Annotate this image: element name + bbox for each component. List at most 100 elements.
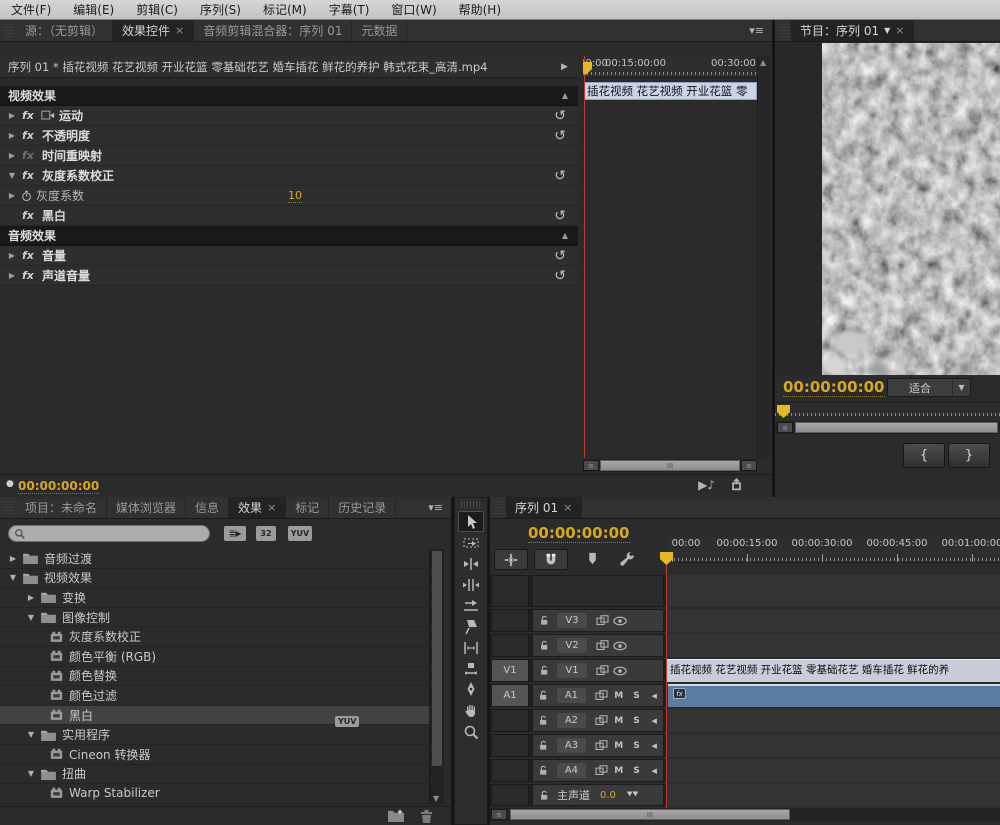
fx-badge-icon[interactable]: fx [22, 169, 38, 182]
fx-badge-icon[interactable]: fx [22, 109, 38, 122]
tab-item[interactable]: 标记 [286, 497, 330, 518]
chevron-down-icon[interactable]: ▼ [884, 26, 890, 35]
program-video-area[interactable] [775, 43, 1000, 375]
lock-icon[interactable] [535, 614, 553, 627]
twirl-icon[interactable]: ▶ [6, 271, 18, 280]
tree-folder-row[interactable]: ▼ 视频效果 [0, 569, 429, 589]
source-patch[interactable] [491, 634, 529, 657]
tree-effect-row[interactable]: 颜色替换 [0, 667, 429, 687]
program-scrollbar[interactable]: ≡ [775, 421, 1000, 434]
tab-item[interactable]: 媒体浏览器 [107, 497, 187, 518]
prev-keyframe-icon[interactable]: ◀ [645, 692, 663, 700]
tab-item[interactable]: 元数据 [352, 20, 408, 41]
menu-item[interactable]: 标记(M) [252, 0, 318, 20]
sync-lock-icon[interactable] [593, 665, 611, 676]
play-audio-icon[interactable]: ▶♪ [698, 478, 715, 492]
fx-badge-icon[interactable]: fx [22, 269, 38, 282]
fx-badge-icon[interactable]: fx [22, 249, 38, 262]
export-frame-icon[interactable] [729, 478, 744, 492]
tab-item[interactable]: 项目：未命名 [16, 497, 108, 518]
source-patch[interactable] [491, 709, 529, 732]
chevron-down-icon[interactable]: ▼ [952, 379, 970, 396]
tab-item[interactable]: 历史记录 [329, 497, 397, 518]
lock-icon[interactable] [535, 664, 553, 677]
scroll-down-icon[interactable]: ▼ [433, 794, 439, 803]
audio-clip[interactable]: fx [668, 684, 1000, 707]
track-name-chip[interactable]: V1 [557, 663, 587, 678]
param-value[interactable]: 10 [288, 189, 302, 203]
source-patch[interactable] [491, 759, 529, 782]
source-patch[interactable] [491, 784, 529, 806]
track-name-chip[interactable]: A2 [556, 713, 587, 728]
panel-grip[interactable] [4, 501, 14, 514]
tree-effect-row[interactable]: Warp Stabilizer [0, 784, 429, 804]
scrollbar-handle[interactable]: III [600, 460, 740, 471]
source-patch[interactable]: A1 [491, 684, 529, 707]
tree-effect-row[interactable]: 灰度系数校正 [0, 627, 429, 647]
razor-tool[interactable] [458, 616, 484, 637]
solo-toggle[interactable]: S [628, 741, 646, 751]
search-input[interactable] [8, 525, 210, 542]
tab-item[interactable]: 音频剪辑混合器：序列 01 [194, 20, 353, 41]
twirl-icon[interactable]: ▶ [6, 131, 18, 140]
tree-folder-row[interactable]: ▶ 音频过渡 [0, 549, 429, 569]
track-name-chip[interactable]: A4 [556, 763, 587, 778]
tab-item[interactable]: 源：（无剪辑） [16, 20, 114, 41]
lock-icon[interactable] [535, 689, 553, 702]
lock-icon[interactable] [535, 739, 553, 752]
eye-icon[interactable] [611, 666, 629, 676]
effect-group-header[interactable]: 视频效果 ▲ [0, 86, 578, 106]
master-volume-value[interactable]: 0.0 [600, 790, 616, 801]
ecp-mini-ruler[interactable]: 00:0000:15:00:0000:30:00 [583, 56, 757, 78]
effect-row[interactable]: ▼ fx 灰度系数校正 ↺ [0, 166, 578, 186]
sync-lock-icon[interactable] [592, 690, 610, 701]
clip-title-expand-icon[interactable]: ▶ [561, 56, 577, 78]
twirl-icon[interactable]: ▶ [8, 554, 18, 563]
track-content[interactable] [666, 759, 1000, 782]
lock-icon[interactable] [535, 789, 553, 802]
panel-menu-icon[interactable]: ▾≡ [420, 497, 451, 518]
slip-tool[interactable] [458, 637, 484, 658]
effect-row[interactable]: ▶ fx 运动 ↺ [0, 106, 578, 126]
scrollbar-grip[interactable]: ≡ [777, 422, 793, 433]
accelerated-effects-badge[interactable]: ≣▶ [224, 526, 246, 541]
twirl-icon[interactable]: ▶ [26, 593, 36, 602]
solo-toggle[interactable]: S [628, 691, 646, 701]
track-content[interactable]: fx [666, 684, 1000, 707]
lock-icon[interactable] [535, 764, 553, 777]
tree-effect-row[interactable]: Cineon 转换器 [0, 745, 429, 765]
prev-keyframe-icon[interactable]: ◀ [645, 742, 663, 750]
timeline-timecode[interactable]: 00:00:00:00 [528, 524, 630, 543]
menu-item[interactable]: 剪辑(C) [125, 0, 189, 20]
track-name-chip[interactable]: V2 [557, 638, 587, 653]
reset-icon[interactable]: ↺ [554, 126, 566, 146]
sync-lock-icon[interactable] [593, 615, 611, 626]
reset-icon[interactable]: ↺ [554, 206, 566, 226]
menu-item[interactable]: 编辑(E) [62, 0, 125, 20]
marker-icon[interactable] [586, 551, 599, 566]
video-clip[interactable]: 插花视频 花艺视频 开业花篮 零基础花艺 婚车插花 鲜花的养 [666, 659, 1000, 682]
close-icon[interactable]: × [267, 501, 276, 514]
fx-badge-icon[interactable]: fx [22, 149, 38, 162]
track-content[interactable] [666, 784, 1000, 806]
twirl-icon[interactable]: ▼ [6, 171, 18, 180]
collapse-icon[interactable]: ▲ [562, 231, 568, 240]
track-content[interactable] [666, 575, 1000, 607]
reset-icon[interactable]: ↺ [554, 266, 566, 286]
program-mini-ruler[interactable] [775, 402, 1000, 420]
twirl-icon[interactable]: ▶ [6, 251, 18, 260]
mute-toggle[interactable]: M [610, 741, 628, 751]
twirl-icon[interactable]: ▶ [6, 191, 18, 200]
effect-group-header[interactable]: 音频效果 ▲ [0, 226, 578, 246]
close-icon[interactable]: × [175, 24, 184, 37]
stopwatch-icon[interactable] [21, 190, 32, 202]
wrench-icon[interactable] [620, 551, 635, 566]
mute-toggle[interactable]: M [610, 766, 628, 776]
scrollbar-grip[interactable]: ≡ [741, 460, 757, 471]
twirl-icon[interactable]: ▼ [26, 730, 36, 739]
track-content[interactable] [666, 609, 1000, 632]
scrollbar-grip[interactable]: ≡ [583, 460, 599, 471]
keyframe-icon[interactable] [624, 790, 642, 800]
timeline-playhead-marker[interactable] [660, 552, 673, 565]
tab-program[interactable]: 节目：序列 01 ▼ × [791, 20, 915, 41]
